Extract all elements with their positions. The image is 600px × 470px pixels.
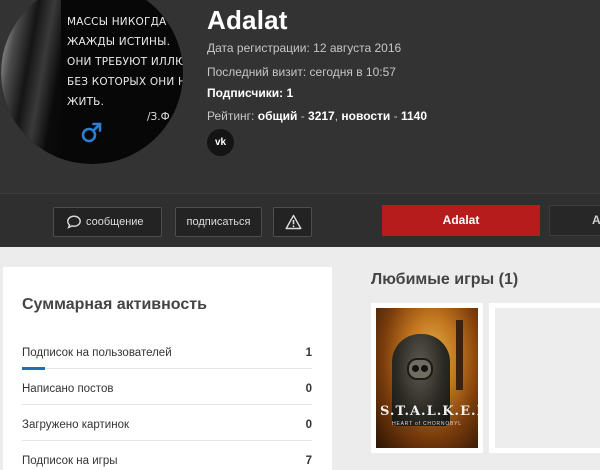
chat-bubble-icon — [67, 215, 81, 229]
warning-triangle-icon — [285, 214, 302, 230]
game-card-placeholder — [489, 303, 600, 453]
subscribe-button[interactable]: подписаться — [175, 207, 262, 237]
male-symbol-icon — [81, 122, 102, 143]
profile-action-bar: сообщение подписаться Adalat А — [0, 193, 600, 247]
rating: Рейтинг: общий - 3217, новости - 1140 — [207, 109, 428, 123]
vk-link-icon[interactable]: vk — [207, 129, 234, 156]
game-card-stalker-2[interactable]: S.T.A.L.K.E.R.2 HEART of CHORNOBYL — [371, 303, 483, 453]
last-visit: Последний визит: сегодня в 10:57 — [207, 65, 396, 79]
avatar-painting — [1, 0, 61, 164]
game-logo: S.T.A.L.K.E.R.2 — [380, 404, 478, 419]
report-button[interactable] — [273, 207, 312, 237]
activity-card: Суммарная активность Подписок на пользов… — [3, 267, 332, 470]
game-logo-subtitle: HEART of CHORNOBYL — [392, 421, 462, 427]
subscribers-link[interactable]: Подписчики: 1 — [207, 86, 293, 100]
send-message-button[interactable]: сообщение — [53, 207, 162, 237]
stat-row-game-subscriptions[interactable]: Подписок на игры 7 — [22, 455, 312, 470]
user-name: Adalat — [207, 5, 288, 35]
send-message-label: сообщение — [86, 216, 144, 228]
avatar[interactable]: МАССЫ НИКОГДА ЖАЖДЫ ИСТИНЫ. ОНИ ТРЕБУЮТ … — [1, 0, 183, 164]
avatar-quote-author: /З.Ф — [147, 111, 170, 123]
tab-next[interactable]: А — [549, 205, 600, 236]
game-cover-placeholder — [495, 308, 600, 448]
tab-profile-active[interactable]: Adalat — [382, 205, 540, 236]
stat-progress-bar — [22, 367, 46, 370]
stat-row-posts[interactable]: Написано постов 0 — [22, 383, 312, 405]
cover-tower — [456, 320, 463, 390]
avatar-quote-text: МАССЫ НИКОГДА ЖАЖДЫ ИСТИНЫ. ОНИ ТРЕБУЮТ … — [67, 16, 183, 108]
favorite-games-title: Любимые игры (1) — [371, 271, 519, 288]
game-cover: S.T.A.L.K.E.R.2 HEART of CHORNOBYL — [376, 308, 478, 448]
registration-date: Дата регистрации: 12 августа 2016 — [207, 41, 402, 55]
cover-gas-mask — [407, 358, 433, 380]
stat-row-user-subscriptions[interactable]: Подписок на пользователей 1 — [22, 347, 312, 370]
stat-row-images[interactable]: Загружено картинок 0 — [22, 419, 312, 441]
profile-header: МАССЫ НИКОГДА ЖАЖДЫ ИСТИНЫ. ОНИ ТРЕБУЮТ … — [0, 0, 600, 193]
activity-title: Суммарная активность — [22, 296, 207, 313]
